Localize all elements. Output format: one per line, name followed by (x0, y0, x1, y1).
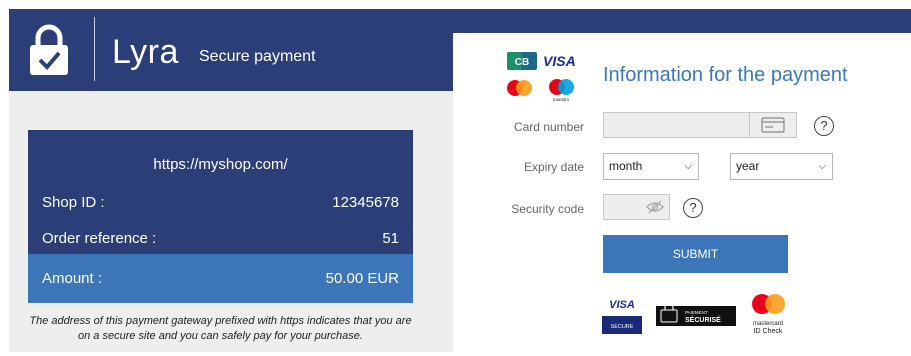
paiement-securise-badge: PAIEMENT SÉCURISÉ (656, 302, 736, 326)
visa-secure-badge: VISA SECURE (602, 299, 642, 334)
order-reference-label: Order reference : (42, 230, 157, 247)
shop-url: https://myshop.com/ (153, 156, 288, 173)
order-reference-value: 51 (382, 230, 399, 247)
chevron-down-icon: ⌵ (818, 161, 826, 172)
chevron-down-icon: ⌵ (684, 161, 692, 172)
amount-bar: Amount : 50.00 EUR (28, 254, 413, 303)
expiry-year-select[interactable]: year ⌵ (730, 153, 833, 180)
svg-text:SÉCURISÉ: SÉCURISÉ (685, 315, 721, 324)
expiry-month-select[interactable]: month ⌵ (603, 153, 699, 180)
header-separator (94, 17, 95, 81)
shop-id-label: Shop ID : (42, 194, 105, 211)
maestro-logo: maestro (549, 79, 574, 102)
expiry-year-value: year (736, 159, 760, 173)
svg-text:maestro: maestro (553, 97, 570, 102)
svg-text:PAIEMENT: PAIEMENT (685, 310, 708, 315)
visa-logo: VISA (543, 53, 576, 69)
security-note: The address of this payment gateway pref… (29, 315, 412, 342)
security-code-label: Security code (511, 202, 584, 216)
svg-text:CB: CB (515, 57, 529, 68)
submit-button[interactable]: SUBMIT (603, 235, 788, 273)
card-type-box (749, 112, 797, 138)
credit-card-icon (761, 117, 785, 133)
mastercard-logo (507, 80, 532, 96)
order-reference-row: Order reference : 51 (42, 230, 399, 247)
svg-text:SECURE: SECURE (611, 324, 634, 330)
payment-page: Lyra Secure payment https://myshop.com/ … (0, 0, 911, 356)
card-number-input[interactable] (603, 112, 749, 138)
mastercard-id-check-badge: mastercard ID Check (752, 294, 785, 335)
shop-id-row: Shop ID : 12345678 (42, 194, 399, 211)
shop-id-value: 12345678 (332, 194, 399, 211)
amount-value: 50.00 EUR (325, 270, 399, 287)
card-brand-logos: CB VISA maestro (507, 52, 576, 102)
brand-name: Lyra (112, 33, 179, 71)
cb-logo: CB (507, 52, 537, 70)
card-number-label: Card number (513, 120, 584, 134)
expiry-month-value: month (609, 159, 643, 173)
security-badges: VISA SECURE PAIEMENT SÉCURISÉ mastercard… (602, 294, 785, 335)
form-title: Information for the payment (603, 64, 848, 86)
svg-text:mastercard: mastercard (753, 321, 783, 327)
header-subtitle: Secure payment (199, 48, 316, 65)
expiry-date-label: Expiry date (523, 160, 584, 174)
security-code-help-icon[interactable]: ? (683, 198, 703, 218)
amount-label: Amount : (42, 270, 103, 287)
lock-check-icon (30, 24, 68, 75)
svg-text:ID Check: ID Check (754, 328, 783, 335)
security-code-input[interactable] (603, 194, 670, 220)
card-number-help-icon[interactable]: ? (814, 116, 834, 136)
svg-text:VISA: VISA (609, 299, 635, 311)
eye-slash-icon (646, 200, 664, 214)
amount-row: Amount : 50.00 EUR (42, 270, 399, 287)
